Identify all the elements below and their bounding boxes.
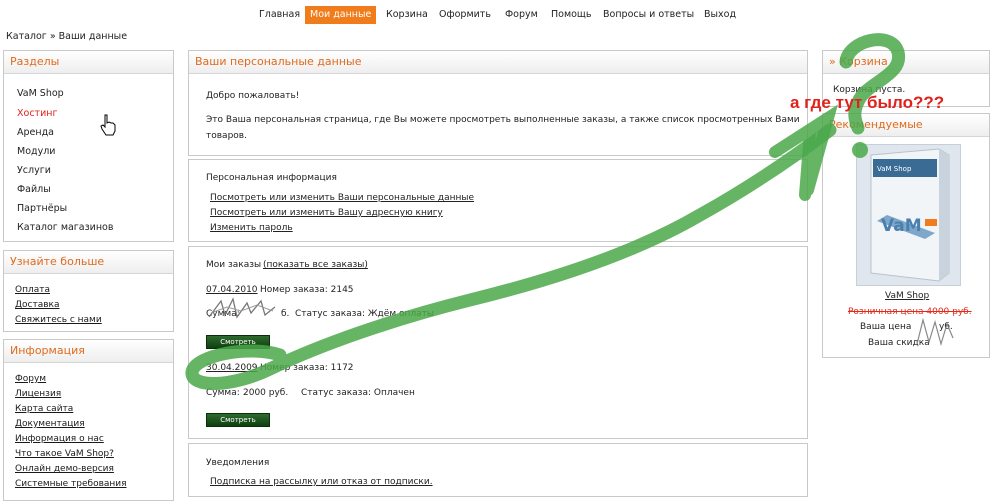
hand-cursor-icon [100,114,116,136]
sections-title: Разделы [4,51,173,74]
learn-more-box: Узнайте больше Оплата Доставка Свяжитесь… [3,250,174,332]
personal-data-title: Ваши персональные данные [189,51,807,74]
section-services[interactable]: Услуги [17,165,51,176]
section-modules[interactable]: Модули [17,146,55,157]
nav-faq[interactable]: Вопросы и ответы [603,6,694,24]
nav-home[interactable]: Главная [259,6,300,24]
view-order-button[interactable]: Смотреть [206,413,270,427]
my-orders-box: Мои заказы (показать все заказы) 07.04.2… [188,246,808,439]
nav-cart[interactable]: Корзина [386,6,428,24]
order-sum-value: 2000 руб. [243,388,289,398]
link-demo[interactable]: Онлайн демо-версия [15,464,114,474]
section-hosting[interactable]: Хостинг [17,108,57,119]
description-line1: Это Ваша персональная страница, где Вы м… [206,115,800,125]
link-subscription[interactable]: Подписка на рассылку или отказ от подпис… [210,477,433,487]
order-sum-suffix: б. [281,309,290,319]
top-navigation: Главная Мои данные Корзина Оформить Фору… [0,0,1003,28]
notifications-heading: Уведомления [206,458,270,468]
section-files[interactable]: Файлы [17,184,51,195]
sections-box: Разделы VaM Shop Хостинг Аренда Модули У… [3,50,174,242]
link-show-all-orders[interactable]: (показать все заказы) [263,260,368,270]
link-contact[interactable]: Свяжитесь с нами [15,315,102,325]
personal-info-box: Персональная информация Посмотреть или и… [188,159,808,242]
section-partners[interactable]: Партнёры [17,203,67,214]
description-line2: товаров. [206,131,247,141]
section-rent[interactable]: Аренда [17,127,54,138]
my-orders-heading: Мои заказы [206,260,262,270]
product-image[interactable]: VaM Shop VaM [856,144,961,286]
nav-forum[interactable]: Форум [505,6,538,24]
product-link[interactable]: VaM Shop [885,291,929,301]
link-delivery[interactable]: Доставка [15,300,60,310]
order-number: Номер заказа: 1172 [260,363,354,373]
link-what-is[interactable]: Что такое VaM Shop? [15,449,114,459]
link-edit-address-book[interactable]: Посмотреть или изменить Вашу адресную кн… [210,208,443,218]
recommended-box: Рекомендуемые VaM Shop VaM VaM Shop Розн… [822,113,990,358]
annotation-text: а где тут было??? [790,93,945,112]
cart-title: » Корзина [823,51,989,74]
nav-checkout[interactable]: Оформить [439,6,491,24]
link-edit-personal-data[interactable]: Посмотреть или изменить Ваши персональны… [210,193,474,203]
product-box-logo: VaM [881,216,922,236]
info-box: Информация Форум Лицензия Карта сайта До… [3,339,174,501]
link-forum[interactable]: Форум [15,374,46,384]
link-payment[interactable]: Оплата [15,285,50,295]
link-license[interactable]: Лицензия [15,389,61,399]
view-order-button[interactable]: Смотреть [206,335,270,349]
welcome-text: Добро пожаловать! [206,91,300,101]
link-sitemap[interactable]: Карта сайта [15,404,73,414]
scribble-redaction-icon [916,317,954,347]
link-about[interactable]: Информация о нас [15,434,104,444]
notifications-box: Уведомления Подписка на рассылку или отк… [188,443,808,497]
order-status: Статус заказа: Оплачен [301,388,415,398]
breadcrumb: Каталог » Ваши данные [6,31,128,42]
product-box-icon: VaM Shop VaM [870,148,950,282]
product-box-brand: VaM Shop [877,165,912,173]
info-title: Информация [4,340,173,363]
section-vamshop[interactable]: VaM Shop [17,88,64,99]
nav-help[interactable]: Помощь [551,6,591,24]
scribble-redaction-icon [208,297,276,319]
nav-logout[interactable]: Выход [704,6,736,24]
order-status: Статус заказа: Ждём оплаты [295,309,434,319]
learn-more-title: Узнайте больше [4,251,173,274]
personal-data-box: Ваши персональные данные Добро пожаловат… [188,50,808,156]
personal-info-heading: Персональная информация [206,173,337,183]
order-number: Номер заказа: 2145 [260,285,354,295]
nav-my-data[interactable]: Мои данные [305,6,377,24]
order-date[interactable]: 07.04.2010 [206,285,258,295]
link-docs[interactable]: Документация [15,419,85,429]
recommended-title: Рекомендуемые [823,114,989,137]
section-shop-catalog[interactable]: Каталог магазинов [17,222,113,233]
your-price-label: Ваша цена [860,322,912,332]
order-date[interactable]: 30.04.2009 [206,363,258,373]
order-sum-label: Сумма: [206,388,240,398]
link-change-password[interactable]: Изменить пароль [210,223,293,233]
link-requirements[interactable]: Системные требования [15,479,127,489]
